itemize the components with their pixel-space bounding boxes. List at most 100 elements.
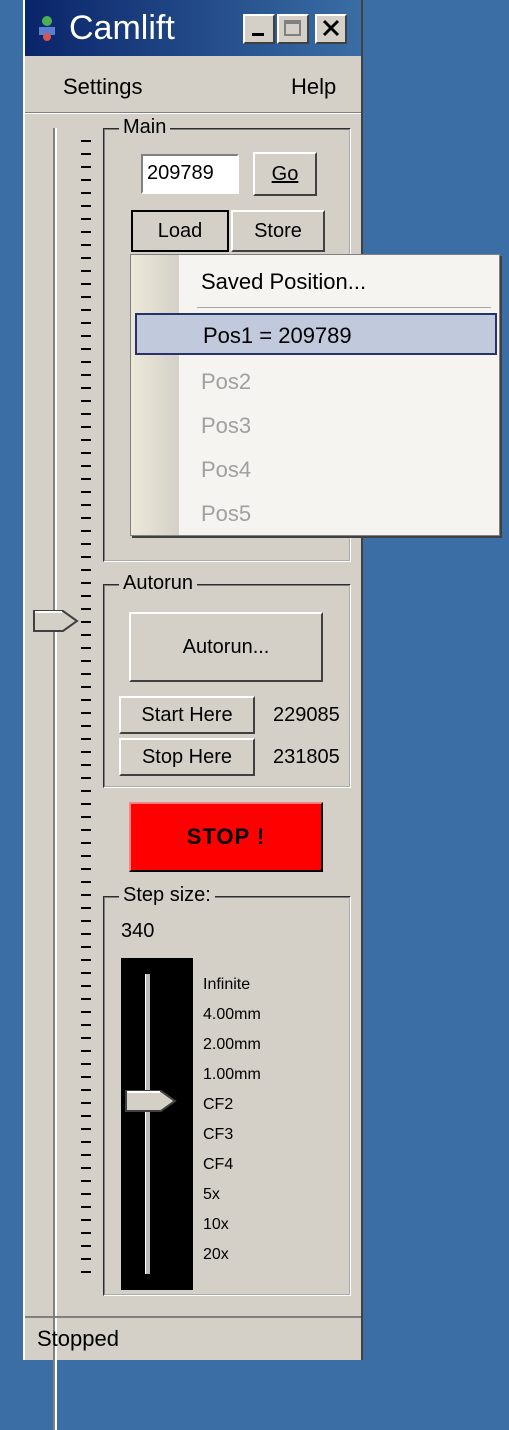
- slider-tick: [81, 556, 91, 558]
- slider-tick: [81, 699, 91, 701]
- slider-tick: [81, 348, 91, 350]
- menu-item-pos3[interactable]: Pos3: [131, 403, 499, 445]
- slider-tick: [81, 530, 91, 532]
- minimize-button[interactable]: [243, 14, 275, 44]
- step-slider-background: [121, 958, 193, 1290]
- slider-tick: [81, 231, 91, 233]
- go-button[interactable]: Go: [253, 152, 317, 196]
- slider-tick: [81, 1050, 91, 1052]
- slider-tick: [81, 1063, 91, 1065]
- slider-tick: [81, 1219, 91, 1221]
- start-value: 229085: [273, 704, 340, 726]
- slider-tick: [81, 985, 91, 987]
- step-size-label: 2.00mm: [203, 1036, 261, 1053]
- stop-label: STOP !: [186, 824, 266, 849]
- slider-tick: [81, 413, 91, 415]
- step-size-label: Infinite: [203, 976, 251, 993]
- load-label: Load: [157, 219, 203, 242]
- stop-here-button[interactable]: Stop Here: [119, 738, 255, 776]
- position-slider-ticks: [81, 140, 93, 1290]
- step-size-label: CF3: [203, 1126, 234, 1143]
- menu-item-label: Pos5: [201, 501, 252, 526]
- slider-tick: [81, 283, 91, 285]
- slider-tick: [81, 192, 91, 194]
- emergency-stop-button[interactable]: STOP !: [129, 802, 323, 872]
- maximize-button[interactable]: [277, 14, 309, 44]
- status-bar: Stopped: [25, 1316, 361, 1360]
- menu-item-pos1[interactable]: Pos1 = 209789: [135, 313, 497, 355]
- start-here-button[interactable]: Start Here: [119, 696, 255, 734]
- menu-divider: [197, 307, 491, 308]
- slider-tick: [81, 140, 91, 142]
- status-text: Stopped: [37, 1326, 119, 1351]
- slider-tick: [81, 1128, 91, 1130]
- slider-tick: [81, 478, 91, 480]
- store-label: Store: [254, 219, 302, 242]
- slider-tick: [81, 959, 91, 961]
- slider-tick: [81, 816, 91, 818]
- position-slider-track[interactable]: [53, 128, 57, 1430]
- slider-tick: [81, 465, 91, 467]
- slider-tick: [81, 595, 91, 597]
- position-slider-thumb[interactable]: [33, 610, 79, 632]
- slider-tick: [81, 1154, 91, 1156]
- slider-tick: [81, 218, 91, 220]
- slider-tick: [81, 1245, 91, 1247]
- slider-tick: [81, 257, 91, 259]
- slider-tick: [81, 582, 91, 584]
- position-input[interactable]: 209789: [141, 154, 239, 194]
- load-button[interactable]: Load: [131, 210, 229, 252]
- slider-tick: [81, 1011, 91, 1013]
- step-size-label: CF4: [203, 1156, 234, 1173]
- slider-tick: [81, 907, 91, 909]
- slider-tick: [81, 439, 91, 441]
- slider-tick: [81, 270, 91, 272]
- step-slider-track[interactable]: [145, 974, 150, 1274]
- slider-tick: [81, 803, 91, 805]
- title-bar[interactable]: Camlift: [25, 0, 361, 56]
- step-size-label: 1.00mm: [203, 1066, 261, 1083]
- menu-item-pos4[interactable]: Pos4: [131, 447, 499, 489]
- menu-item-pos5[interactable]: Pos5: [131, 491, 499, 533]
- slider-tick: [81, 1271, 91, 1273]
- autorun-button[interactable]: Autorun...: [129, 612, 323, 682]
- menu-help[interactable]: Help: [291, 74, 336, 100]
- slider-tick: [81, 647, 91, 649]
- step-value: 340: [121, 920, 155, 942]
- slider-tick: [81, 920, 91, 922]
- slider-tick: [81, 738, 91, 740]
- slider-tick: [81, 712, 91, 714]
- slider-tick: [81, 1076, 91, 1078]
- slider-tick: [81, 829, 91, 831]
- slider-tick: [81, 998, 91, 1000]
- slider-tick: [81, 1232, 91, 1234]
- camlift-window: Camlift Settings Help Main 209789 Go Loa…: [23, 0, 363, 1430]
- step-slider-thumb[interactable]: [125, 1090, 177, 1112]
- menu-header-saved-position[interactable]: Saved Position...: [131, 259, 499, 301]
- slider-tick: [81, 634, 91, 636]
- menu-item-label: Pos1 = 209789: [203, 323, 352, 348]
- slider-tick: [81, 868, 91, 870]
- slider-tick: [81, 374, 91, 376]
- slider-tick: [81, 686, 91, 688]
- slider-tick: [81, 972, 91, 974]
- slider-tick: [81, 660, 91, 662]
- start-here-label: Start Here: [141, 703, 233, 726]
- slider-tick: [81, 179, 91, 181]
- maximize-icon: [284, 20, 301, 36]
- slider-tick: [81, 894, 91, 896]
- menu-item-pos2[interactable]: Pos2: [131, 359, 499, 401]
- slider-tick: [81, 725, 91, 727]
- slider-tick: [81, 569, 91, 571]
- close-button[interactable]: [315, 14, 347, 44]
- slider-tick: [81, 1024, 91, 1026]
- slider-tick: [81, 296, 91, 298]
- step-size-label: 10x: [203, 1216, 229, 1233]
- slider-tick: [81, 1258, 91, 1260]
- saved-position-menu: Saved Position... Pos1 = 209789 Pos2 Pos…: [130, 254, 500, 536]
- slider-tick: [81, 842, 91, 844]
- go-label: Go: [271, 162, 299, 185]
- store-button[interactable]: Store: [231, 210, 325, 252]
- stop-here-label: Stop Here: [141, 745, 233, 768]
- menu-settings[interactable]: Settings: [63, 74, 143, 100]
